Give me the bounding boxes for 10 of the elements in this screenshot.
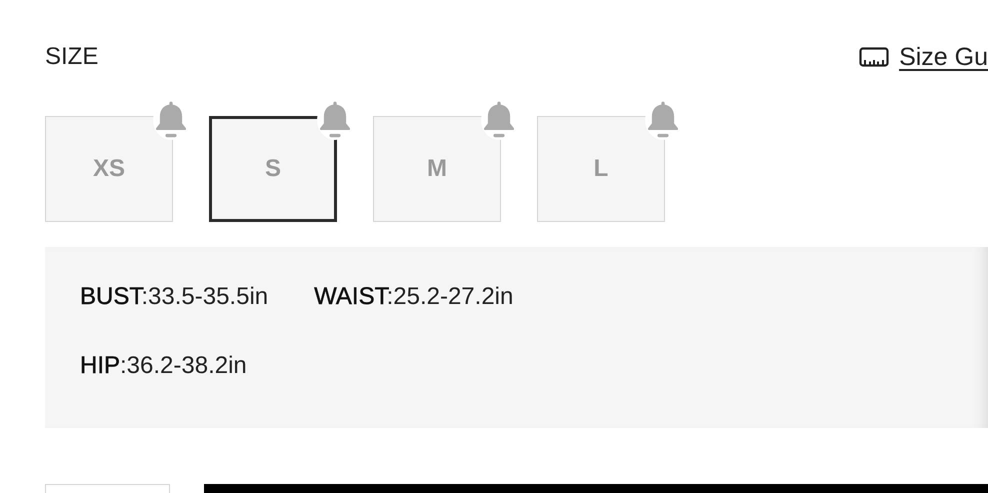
measurement-text: WAIST:25.2-27.2in — [314, 283, 514, 312]
size-option[interactable]: XS — [45, 116, 173, 222]
measurement-text: HIP:36.2-38.2in — [80, 352, 247, 381]
size-guide-link[interactable]: Size Gu — [859, 42, 988, 72]
measurement-text: BUST:33.5-35.5in — [80, 283, 268, 312]
size-option[interactable]: M — [373, 116, 501, 222]
section-title: SIZE — [45, 43, 98, 71]
ruler-icon — [859, 47, 890, 67]
size-option[interactable]: L — [537, 116, 665, 222]
size-option[interactable]: S — [209, 116, 337, 222]
